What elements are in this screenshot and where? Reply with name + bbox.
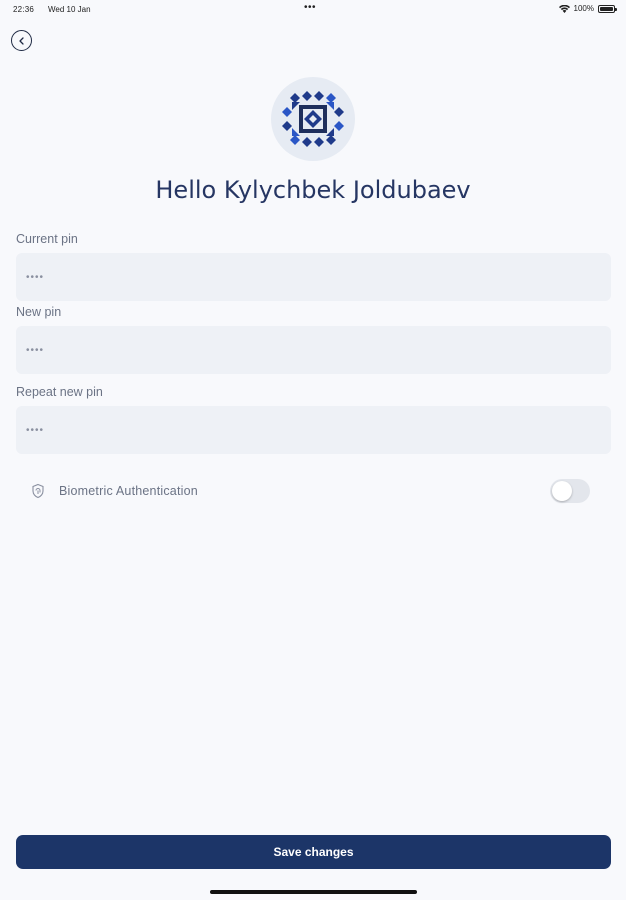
toggle-knob [552, 481, 572, 501]
biometric-toggle[interactable] [550, 479, 590, 503]
home-indicator [210, 890, 417, 894]
wifi-icon [558, 4, 570, 13]
new-pin-label: New pin [16, 305, 62, 319]
new-pin-input[interactable] [16, 326, 611, 374]
battery-icon [598, 4, 617, 13]
biometric-label: Biometric Authentication [59, 484, 198, 498]
status-date: Wed 10 Jan [48, 5, 91, 14]
avatar [271, 77, 355, 161]
repeat-pin-label: Repeat new pin [16, 385, 103, 399]
current-pin-input[interactable] [16, 253, 611, 301]
fingerprint-shield-icon [30, 483, 46, 499]
multitasking-dots[interactable]: ••• [304, 2, 316, 13]
current-pin-label: Current pin [16, 232, 78, 246]
status-time: 22:36 [13, 5, 35, 14]
biometric-row: Biometric Authentication [30, 479, 590, 503]
back-button[interactable] [11, 30, 32, 51]
greeting-title: Hello Kylychbek Joldubaev [155, 176, 471, 204]
battery-percent: 100% [573, 4, 594, 13]
chevron-left-icon [18, 36, 26, 45]
repeat-pin-input[interactable] [16, 406, 611, 454]
status-bar: 22:36 Wed 10 Jan ••• 100% [0, 0, 626, 20]
status-indicators: 100% [558, 4, 617, 13]
ornament-logo-icon [282, 88, 344, 150]
save-changes-button[interactable]: Save changes [16, 835, 611, 869]
